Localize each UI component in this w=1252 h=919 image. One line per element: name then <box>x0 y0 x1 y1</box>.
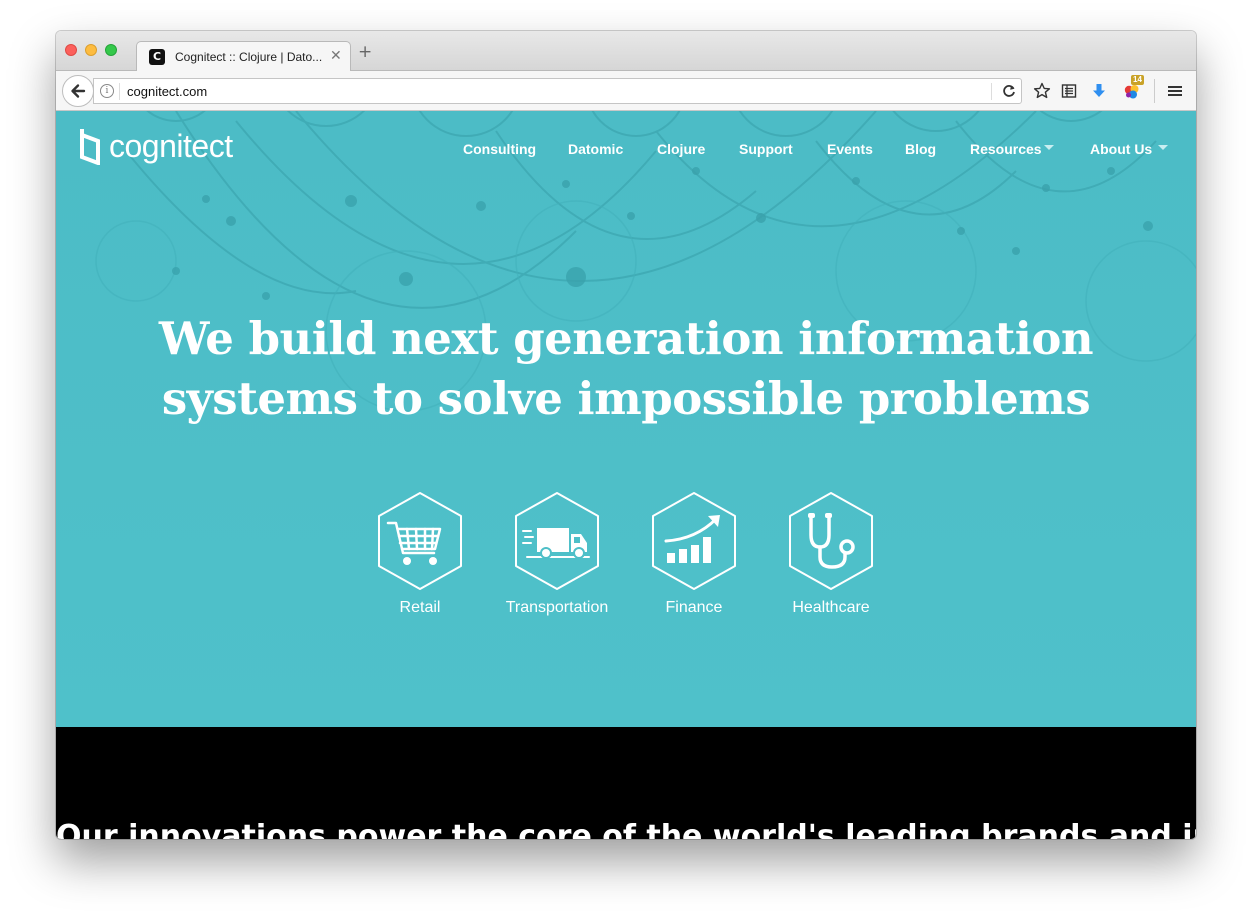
browser-window: C Cognitect :: Clojure | Dato... ✕ + i c… <box>56 31 1196 839</box>
industry-transportation[interactable]: Transportation <box>497 491 617 617</box>
industry-retail[interactable]: Retail <box>360 491 480 617</box>
address-bar[interactable]: i cognitect.com <box>93 78 1022 104</box>
close-tab-icon[interactable]: ✕ <box>330 48 342 64</box>
info-icon[interactable]: i <box>100 84 114 98</box>
cognitect-logo-icon <box>80 129 100 165</box>
innovations-heading: Our innovations power the core of the wo… <box>56 819 1196 839</box>
back-arrow-icon <box>71 84 86 98</box>
cognitect-logo[interactable]: cognitect <box>78 127 233 165</box>
browser-toolbar: i cognitect.com 14 <box>56 71 1196 111</box>
industry-label: Finance <box>665 599 723 616</box>
favicon-icon: C <box>149 49 165 65</box>
nav-resources[interactable]: Resources <box>970 141 1042 157</box>
hero-section: cognitect Consulting Datomic Clojure Sup… <box>56 111 1196 727</box>
industry-label: Transportation <box>505 599 609 616</box>
star-icon[interactable] <box>1032 81 1052 101</box>
growth-chart-icon <box>652 492 736 590</box>
about-us-caret-icon[interactable] <box>1158 145 1168 150</box>
shopping-cart-icon <box>378 492 462 590</box>
reading-list-icon[interactable] <box>1059 81 1079 101</box>
extension-badge: 14 <box>1131 75 1144 85</box>
nav-about-us[interactable]: About Us <box>1090 141 1152 157</box>
zoom-window-button[interactable] <box>105 44 117 56</box>
hamburger-menu-icon[interactable] <box>1165 81 1185 101</box>
resources-caret-icon[interactable] <box>1044 145 1054 150</box>
new-tab-button[interactable]: + <box>358 44 372 61</box>
nav-events[interactable]: Events <box>827 141 873 157</box>
url-divider <box>119 83 120 100</box>
back-button[interactable] <box>62 75 94 107</box>
minimize-window-button[interactable] <box>85 44 97 56</box>
browser-tab[interactable]: C Cognitect :: Clojure | Dato... ✕ <box>136 41 351 72</box>
industry-label: Healthcare <box>792 599 870 616</box>
reload-divider <box>991 83 992 100</box>
page-content: cognitect Consulting Datomic Clojure Sup… <box>56 111 1196 839</box>
logo-text: cognitect <box>109 127 233 164</box>
nav-support[interactable]: Support <box>739 141 793 157</box>
industry-label: Retail <box>399 599 441 616</box>
close-window-button[interactable] <box>65 44 77 56</box>
nav-blog[interactable]: Blog <box>905 141 936 157</box>
url-text[interactable]: cognitect.com <box>127 84 207 99</box>
tab-strip: C Cognitect :: Clojure | Dato... ✕ + <box>56 31 1196 72</box>
innovations-section: Our innovations power the core of the wo… <box>56 727 1196 839</box>
headline-line-2: systems to solve impossible problems <box>161 372 1091 425</box>
reload-icon[interactable] <box>999 81 1019 101</box>
stethoscope-icon <box>789 492 873 590</box>
industry-finance[interactable]: Finance <box>634 491 754 617</box>
truck-icon <box>515 492 599 590</box>
nav-clojure[interactable]: Clojure <box>657 141 705 157</box>
nav-consulting[interactable]: Consulting <box>463 141 536 157</box>
download-icon[interactable] <box>1089 81 1109 101</box>
tab-title: Cognitect :: Clojure | Dato... <box>175 50 323 64</box>
industry-healthcare[interactable]: Healthcare <box>771 491 891 617</box>
headline-line-1: We build next generation information <box>158 312 1094 365</box>
toolbar-divider <box>1154 79 1155 103</box>
nav-datomic[interactable]: Datomic <box>568 141 623 157</box>
